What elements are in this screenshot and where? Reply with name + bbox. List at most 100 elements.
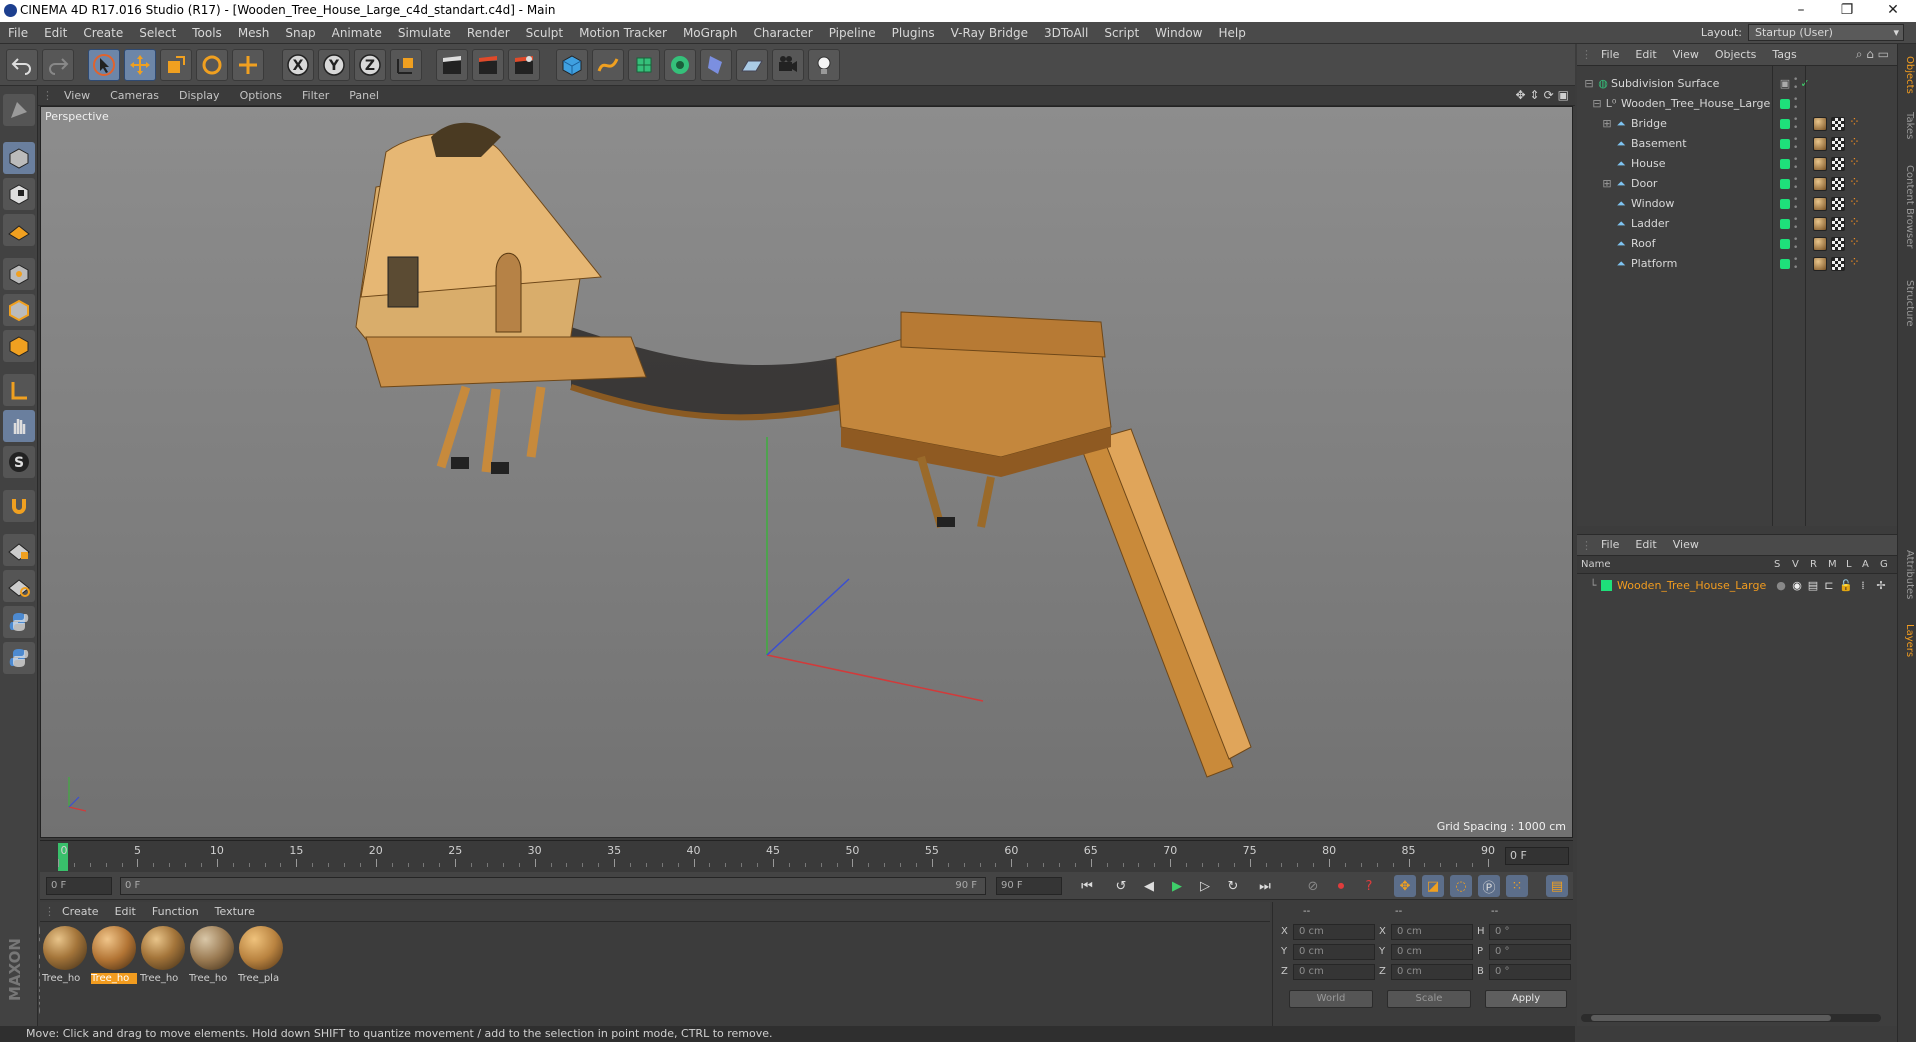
object-row[interactable]: ⏶ Ladder • • ⁘ xyxy=(1577,214,1897,234)
tab-objects[interactable]: Objects xyxy=(1900,50,1915,100)
pan-view-icon[interactable]: ✥ xyxy=(1515,88,1525,102)
viewport-menu-view[interactable]: View xyxy=(54,86,100,106)
layers-menu-view[interactable]: View xyxy=(1665,534,1707,556)
add-mograph-button[interactable] xyxy=(664,49,696,81)
start-frame-field[interactable]: 0 F xyxy=(46,877,112,895)
go-to-end-button[interactable]: ⏭ xyxy=(1254,875,1276,897)
snap-button[interactable]: S xyxy=(3,446,35,478)
close-button[interactable]: ✕ xyxy=(1870,0,1916,22)
coordinate-space-dropdown[interactable]: World xyxy=(1289,990,1373,1008)
menu-simulate[interactable]: Simulate xyxy=(390,22,459,44)
object-row[interactable]: ⊞ ⏶ Bridge • • ⁘ xyxy=(1577,114,1897,134)
visibility-dots[interactable]: • • xyxy=(1793,256,1798,273)
layout-dropdown[interactable]: Startup (User) ▾ xyxy=(1748,24,1904,41)
material-tag-icon[interactable] xyxy=(1813,257,1827,271)
tab-content-browser[interactable]: Content Browser xyxy=(1900,152,1915,262)
add-camera-button[interactable] xyxy=(772,49,804,81)
lock-icon[interactable]: 🔓 xyxy=(1839,580,1853,592)
render-view-button[interactable] xyxy=(436,49,468,81)
key-parameter-button[interactable]: Ⓟ xyxy=(1478,875,1500,897)
visibility-dots[interactable]: • • xyxy=(1793,116,1798,133)
size-z-field[interactable]: 0 cm xyxy=(1391,964,1473,980)
axis-mode-button[interactable] xyxy=(3,374,35,406)
pos-x-field[interactable]: 0 cm xyxy=(1293,924,1375,940)
menu-plugins[interactable]: Plugins xyxy=(884,22,943,44)
selection-tag-icon[interactable]: ⁘ xyxy=(1849,196,1865,211)
make-editable-button[interactable] xyxy=(3,94,35,126)
dolly-view-icon[interactable]: ⇕ xyxy=(1530,88,1540,102)
material-tag-icon[interactable] xyxy=(1813,117,1827,131)
menu-motion-tracker[interactable]: Motion Tracker xyxy=(571,22,675,44)
material-swatch[interactable]: Tree_pla xyxy=(238,926,284,988)
redo-button[interactable] xyxy=(42,49,74,81)
menu-edit[interactable]: Edit xyxy=(36,22,75,44)
size-y-field[interactable]: 0 cm xyxy=(1391,944,1473,960)
menu-create[interactable]: Create xyxy=(75,22,131,44)
material-swatch[interactable]: Tree_ho xyxy=(42,926,88,988)
add-deformer-button[interactable] xyxy=(700,49,732,81)
restore-button[interactable]: ❐ xyxy=(1824,0,1870,22)
object-row[interactable]: ⏶ Platform • • ⁘ xyxy=(1577,254,1897,274)
previous-frame-button[interactable]: ◀ xyxy=(1138,875,1160,897)
material-tag-icon[interactable] xyxy=(1813,197,1827,211)
collapse-icon[interactable]: ⊟ xyxy=(1583,78,1595,90)
pos-y-field[interactable]: 0 cm xyxy=(1293,944,1375,960)
material-menu-texture[interactable]: Texture xyxy=(207,902,263,922)
layers-menu-file[interactable]: File xyxy=(1593,534,1627,556)
selection-tag-icon[interactable]: ⁘ xyxy=(1849,156,1865,171)
menu-snap[interactable]: Snap xyxy=(277,22,323,44)
key-scale-button[interactable]: ◪ xyxy=(1422,875,1444,897)
python-script-button[interactable] xyxy=(3,606,35,638)
object-row[interactable]: ⏶ Roof • • ⁘ xyxy=(1577,234,1897,254)
manager-icon[interactable]: ⊏ xyxy=(1823,580,1835,592)
search-icon[interactable]: ⌕ ⌂ ▭ xyxy=(1856,47,1897,62)
menu-tools[interactable]: Tools xyxy=(184,22,230,44)
workplane-axis-button[interactable] xyxy=(3,570,35,602)
magnet-button[interactable] xyxy=(3,490,35,522)
key-rotation-button[interactable]: ◌ xyxy=(1450,875,1472,897)
material-swatch[interactable]: Tree_ho xyxy=(91,926,137,988)
objects-menu-objects[interactable]: Objects xyxy=(1707,44,1765,66)
eye-icon[interactable]: ◉ xyxy=(1791,580,1803,592)
move-tool-button[interactable] xyxy=(124,49,156,81)
menu-pipeline[interactable]: Pipeline xyxy=(821,22,884,44)
selection-tag-icon[interactable]: ⁘ xyxy=(1849,136,1865,151)
object-row[interactable]: ⏶ Basement • • ⁘ xyxy=(1577,134,1897,154)
uvw-tag-icon[interactable] xyxy=(1831,257,1845,271)
tab-attributes[interactable]: Attributes xyxy=(1900,540,1915,610)
autokey-button[interactable]: ⏺ xyxy=(1330,875,1352,897)
menu-animate[interactable]: Animate xyxy=(324,22,390,44)
selection-tag-icon[interactable]: ⁘ xyxy=(1849,256,1865,271)
uvw-tag-icon[interactable] xyxy=(1831,177,1845,191)
object-row[interactable]: ⊞ ⏶ Door • • ⁘ xyxy=(1577,174,1897,194)
last-tool-button[interactable] xyxy=(232,49,264,81)
python-plugin-button[interactable] xyxy=(3,642,35,674)
menu-character[interactable]: Character xyxy=(745,22,820,44)
axis-y-button[interactable]: Y xyxy=(318,49,350,81)
add-floor-button[interactable] xyxy=(736,49,768,81)
column-divider[interactable] xyxy=(1772,66,1773,526)
play-button[interactable]: ▶ xyxy=(1166,875,1188,897)
horizontal-scrollbar[interactable] xyxy=(1581,1014,1881,1022)
points-mode-button[interactable] xyxy=(3,258,35,290)
uvw-tag-icon[interactable] xyxy=(1831,197,1845,211)
workplane-lock-button[interactable] xyxy=(3,534,35,566)
rot-h-field[interactable]: 0 ° xyxy=(1489,924,1571,940)
pos-z-field[interactable]: 0 cm xyxy=(1293,964,1375,980)
rotate-tool-button[interactable] xyxy=(196,49,228,81)
visibility-dots[interactable]: • • xyxy=(1793,76,1798,93)
undo-button[interactable] xyxy=(6,49,38,81)
menu-select[interactable]: Select xyxy=(131,22,184,44)
selection-tag-icon[interactable]: ⁘ xyxy=(1849,236,1865,251)
expand-icon[interactable]: ⊞ xyxy=(1601,118,1613,130)
solo-icon[interactable]: ● xyxy=(1775,580,1787,592)
material-tag-icon[interactable] xyxy=(1813,217,1827,231)
viewport-menu-panel[interactable]: Panel xyxy=(339,86,389,106)
previous-key-button[interactable]: ↺ xyxy=(1110,875,1132,897)
rot-p-field[interactable]: 0 ° xyxy=(1489,944,1571,960)
material-swatch[interactable]: Tree_ho xyxy=(140,926,186,988)
size-mode-dropdown[interactable]: Scale xyxy=(1387,990,1471,1008)
axis-x-button[interactable]: X xyxy=(282,49,314,81)
visibility-dots[interactable]: • • xyxy=(1793,176,1798,193)
keyframe-selection-button[interactable]: ? xyxy=(1358,875,1380,897)
